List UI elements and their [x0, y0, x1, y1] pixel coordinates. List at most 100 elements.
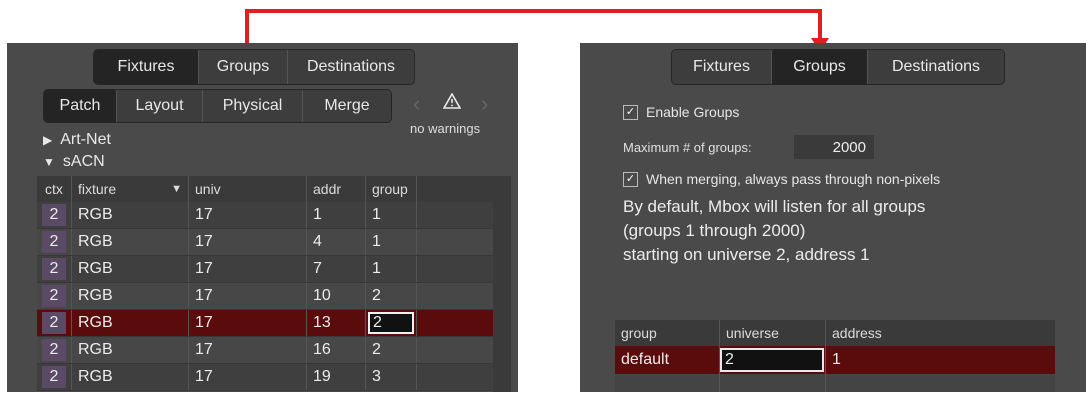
- cell-univ: 17: [189, 310, 307, 336]
- cell-ctx: 2: [37, 337, 72, 363]
- info-line-1: By default, Mbox will listen for all gro…: [623, 197, 926, 216]
- cell-addr: 4: [307, 229, 366, 255]
- table-row[interactable]: 2 RGB 17 10 2: [37, 283, 493, 310]
- cell-fixture: RGB: [72, 202, 189, 228]
- tab-groups[interactable]: Groups: [199, 50, 288, 84]
- cell-fixture: RGB: [72, 337, 189, 363]
- ctx-badge: 2: [42, 312, 66, 334]
- pass-through-label: When merging, always pass through non-pi…: [646, 171, 941, 187]
- tab-destinations[interactable]: Destinations: [288, 50, 414, 84]
- cell-group: default: [615, 346, 720, 374]
- col-univ[interactable]: univ: [189, 176, 307, 202]
- left-top-tabs: Fixtures Groups Destinations: [93, 49, 415, 85]
- cell-fixture: RGB: [72, 256, 189, 282]
- cell-group[interactable]: 1: [366, 202, 417, 228]
- cell-address[interactable]: 1: [826, 346, 1055, 374]
- tab-fixtures[interactable]: Fixtures: [94, 50, 199, 84]
- patch-table: ctx fixture ▼ univ addr group 2 RGB 17 1…: [37, 176, 493, 391]
- tree-item-sacn[interactable]: ▼ sACN: [43, 153, 105, 171]
- cell-ctx: 2: [37, 202, 72, 228]
- table-header: ctx fixture ▼ univ addr group: [37, 176, 493, 202]
- cell-ctx: 2: [37, 283, 72, 309]
- enable-groups-label: Enable Groups: [646, 104, 740, 120]
- col-ctx[interactable]: ctx: [37, 176, 72, 202]
- cell-universe: 2: [720, 346, 826, 374]
- vertical-scrollbar[interactable]: [493, 176, 511, 392]
- tab-fixtures[interactable]: Fixtures: [672, 50, 772, 84]
- table-row-empty: [615, 374, 1055, 392]
- disclosure-down-icon: ▼: [43, 155, 55, 169]
- cell-spacer: [417, 256, 473, 282]
- col-fixture[interactable]: fixture ▼: [72, 176, 189, 202]
- right-top-tabs: Fixtures Groups Destinations: [671, 49, 1005, 85]
- enable-groups-checkbox[interactable]: ✓ Enable Groups: [623, 104, 739, 120]
- table-row[interactable]: 2 RGB 17 19 3: [37, 364, 493, 391]
- cell-ctx: 2: [37, 310, 72, 336]
- cell-empty: [826, 374, 1055, 392]
- tree-item-artnet[interactable]: ▶ Art-Net: [43, 131, 111, 149]
- cell-empty: [720, 374, 826, 392]
- right-panel: Fixtures Groups Destinations ✓ Enable Gro…: [580, 43, 1086, 392]
- cell-univ: 17: [189, 229, 307, 255]
- pass-through-checkbox[interactable]: ✓ When merging, always pass through non-p…: [623, 171, 940, 187]
- col-group[interactable]: group: [615, 320, 720, 346]
- ctx-badge: 2: [42, 204, 66, 226]
- info-line-3: starting on universe 2, address 1: [623, 245, 870, 264]
- cell-group[interactable]: 2: [366, 337, 417, 363]
- disclosure-right-icon: ▶: [43, 133, 53, 147]
- cell-fixture: RGB: [72, 229, 189, 255]
- cell-univ: 17: [189, 256, 307, 282]
- chevron-left-icon[interactable]: ‹: [413, 91, 420, 117]
- cell-spacer: [417, 283, 473, 309]
- cell-univ: 17: [189, 364, 307, 390]
- cell-empty: [615, 374, 720, 392]
- group-edit-field[interactable]: 2: [368, 312, 414, 334]
- cell-group[interactable]: 1: [366, 229, 417, 255]
- universe-edit-field[interactable]: 2: [720, 348, 824, 372]
- cell-spacer: [417, 364, 473, 390]
- patch-tabs: Patch Layout Physical Merge: [43, 89, 392, 123]
- left-panel: Fixtures Groups Destinations Patch Layou…: [7, 43, 518, 392]
- tab-merge[interactable]: Merge: [303, 90, 391, 122]
- table-row[interactable]: 2 RGB 17 16 2: [37, 337, 493, 364]
- warning-icon: [443, 93, 461, 109]
- cell-group[interactable]: 2: [366, 283, 417, 309]
- col-universe[interactable]: universe: [720, 320, 826, 346]
- tab-layout[interactable]: Layout: [117, 90, 203, 122]
- chevron-right-icon[interactable]: ›: [481, 91, 488, 117]
- checkmark-icon: ✓: [623, 104, 638, 120]
- col-addr[interactable]: addr: [307, 176, 366, 202]
- max-groups-label: Maximum # of groups:: [623, 140, 752, 155]
- table-row-selected[interactable]: default 2 1: [615, 346, 1055, 374]
- col-group[interactable]: group: [366, 176, 417, 202]
- cell-ctx: 2: [37, 256, 72, 282]
- cell-univ: 17: [189, 202, 307, 228]
- cell-addr: 1: [307, 202, 366, 228]
- col-address[interactable]: address: [826, 320, 1055, 346]
- max-groups-field[interactable]: 2000: [794, 135, 874, 159]
- cell-univ: 17: [189, 283, 307, 309]
- table-row-selected[interactable]: 2 RGB 17 13 2: [37, 310, 493, 337]
- col-spacer: [417, 176, 473, 202]
- table-row[interactable]: 2 RGB 17 4 1: [37, 229, 493, 256]
- table-row[interactable]: 2 RGB 17 7 1: [37, 256, 493, 283]
- table-row[interactable]: 2 RGB 17 1 1: [37, 202, 493, 229]
- tab-patch[interactable]: Patch: [44, 90, 117, 122]
- cell-group[interactable]: 1: [366, 256, 417, 282]
- cell-group: 2: [366, 310, 417, 336]
- warning-status: no warnings: [410, 121, 481, 136]
- tab-physical[interactable]: Physical: [203, 90, 303, 122]
- cell-spacer: [417, 310, 473, 336]
- cell-addr: 10: [307, 283, 366, 309]
- cell-ctx: 2: [37, 364, 72, 390]
- cell-addr: 7: [307, 256, 366, 282]
- cell-group[interactable]: 3: [366, 364, 417, 390]
- col-fixture-label: fixture: [78, 181, 117, 197]
- tree-item-label: sACN: [62, 153, 105, 170]
- tree-item-label: Art-Net: [60, 131, 111, 148]
- cell-fixture: RGB: [72, 364, 189, 390]
- tab-destinations[interactable]: Destinations: [868, 50, 1004, 84]
- ctx-badge: 2: [42, 366, 66, 388]
- info-line-2: (groups 1 through 2000): [623, 221, 806, 240]
- tab-groups[interactable]: Groups: [772, 50, 868, 84]
